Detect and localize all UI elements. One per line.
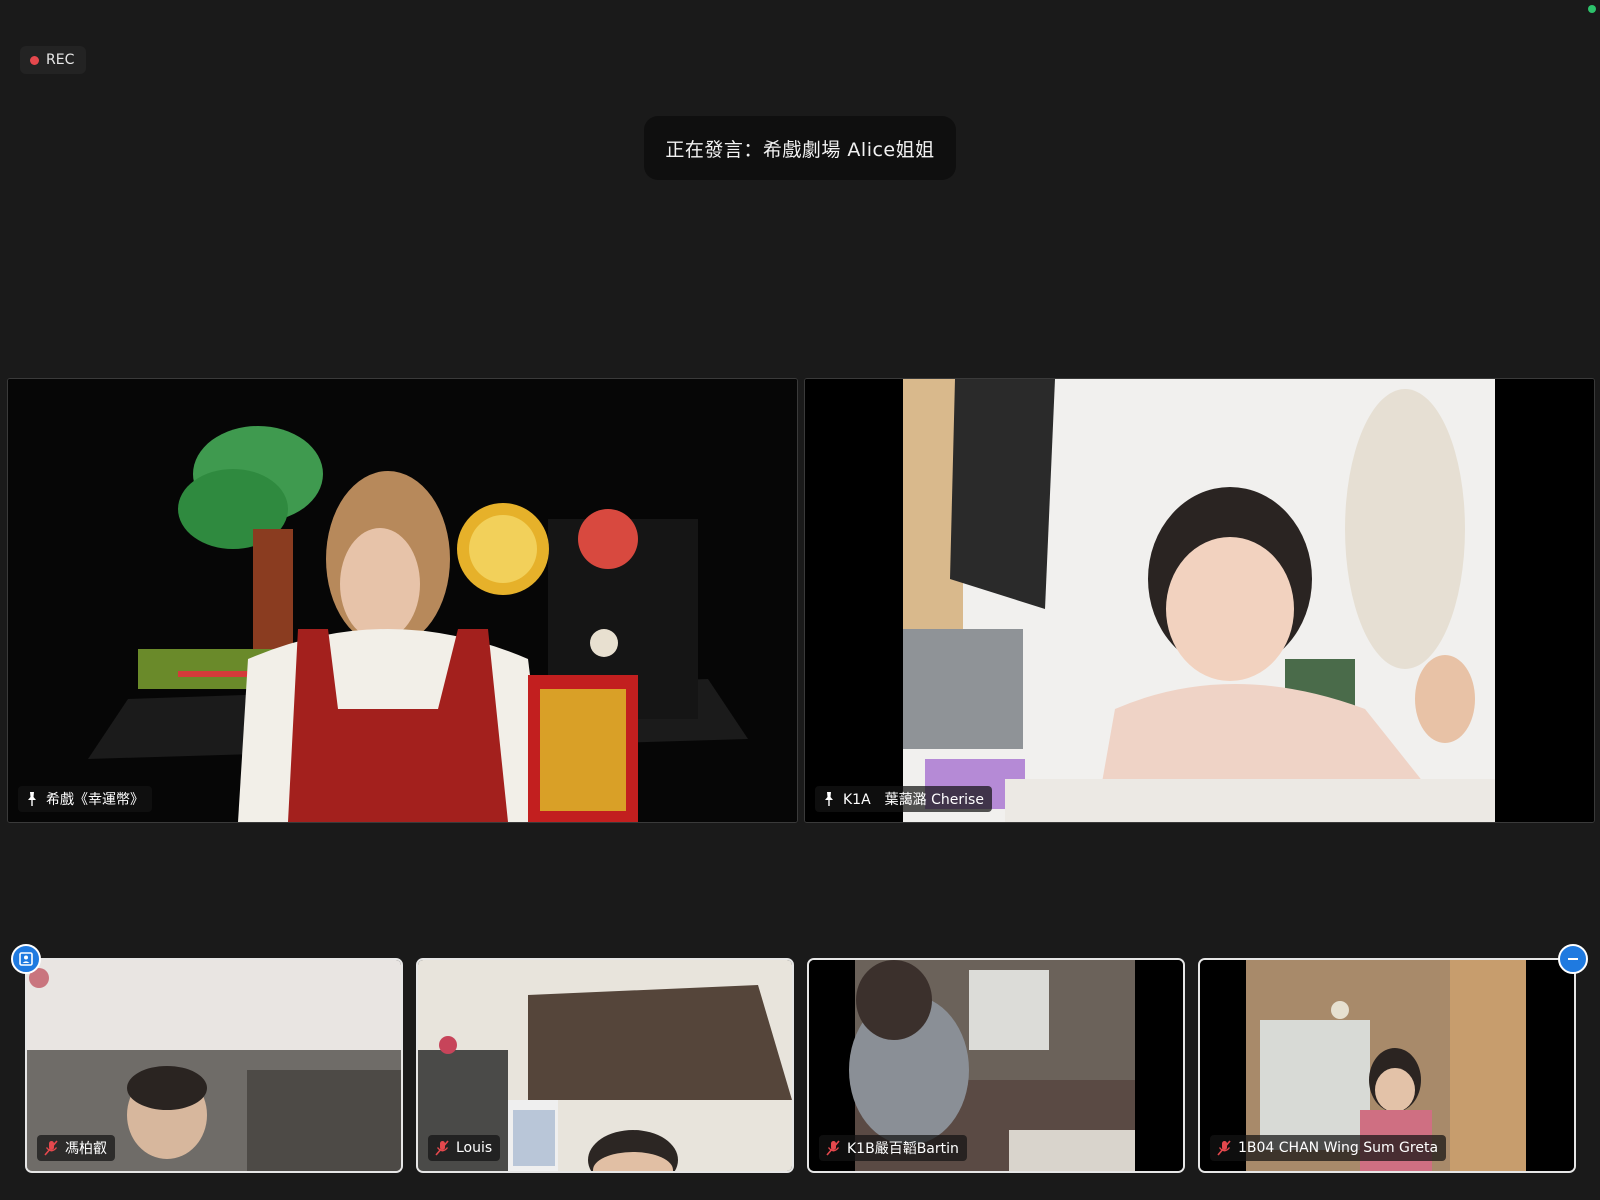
participant-video-feed xyxy=(805,379,1594,822)
pin-icon xyxy=(825,792,833,806)
microphone-muted-icon xyxy=(1217,1140,1231,1156)
participant-name-tag: K1B嚴百韜Bartin xyxy=(819,1135,967,1161)
recording-label: REC xyxy=(46,52,75,68)
participant-name-tag: 馮柏叡 xyxy=(37,1135,115,1161)
participant-name-tag: Louis xyxy=(428,1135,501,1161)
recording-indicator[interactable]: REC xyxy=(20,46,87,74)
presenter-video-feed xyxy=(8,379,797,822)
participant-name: 1B04 CHAN Wing Sum Greta xyxy=(1238,1140,1439,1156)
minimize-thumbnails-button[interactable] xyxy=(1558,944,1588,974)
active-speaker-text: 正在發言：希戲劇場 Alice姐姐 xyxy=(665,138,935,161)
thumbnail-tile[interactable]: 馮柏叡 xyxy=(25,958,403,1173)
microphone-muted-icon xyxy=(44,1140,58,1156)
participant-name-tag: K1A 葉藹潞 Cherise xyxy=(815,786,992,812)
participant-name: K1A 葉藹潞 Cherise xyxy=(843,792,984,808)
minus-icon xyxy=(1568,958,1578,960)
video-tile-participant[interactable]: K1A 葉藹潞 Cherise xyxy=(804,378,1595,823)
participant-name: 馮柏叡 xyxy=(65,1141,107,1157)
video-tile-presenter[interactable]: 希戲《幸運幣》 xyxy=(7,378,798,823)
microphone-muted-icon xyxy=(826,1140,840,1156)
thumbnail-tile[interactable]: K1B嚴百韜Bartin xyxy=(807,958,1185,1173)
participant-name: K1B嚴百韜Bartin xyxy=(847,1141,959,1157)
microphone-muted-icon xyxy=(435,1140,449,1156)
active-speaker-banner: 正在發言：希戲劇場 Alice姐姐 xyxy=(644,116,956,180)
participant-name: Louis xyxy=(456,1140,493,1156)
camera-active-indicator xyxy=(1588,5,1596,13)
participant-name-tag: 希戲《幸運幣》 xyxy=(18,786,152,812)
thumbnail-tile[interactable]: 1B04 CHAN Wing Sum Greta xyxy=(1198,958,1576,1173)
thumbnail-tile[interactable]: Louis xyxy=(416,958,794,1173)
participant-name: 希戲《幸運幣》 xyxy=(46,792,144,808)
participant-name-tag: 1B04 CHAN Wing Sum Greta xyxy=(1210,1135,1447,1161)
picture-in-picture-button[interactable] xyxy=(11,944,41,974)
person-frame-icon xyxy=(19,952,33,966)
pin-icon xyxy=(28,792,36,806)
record-dot-icon xyxy=(30,55,39,65)
